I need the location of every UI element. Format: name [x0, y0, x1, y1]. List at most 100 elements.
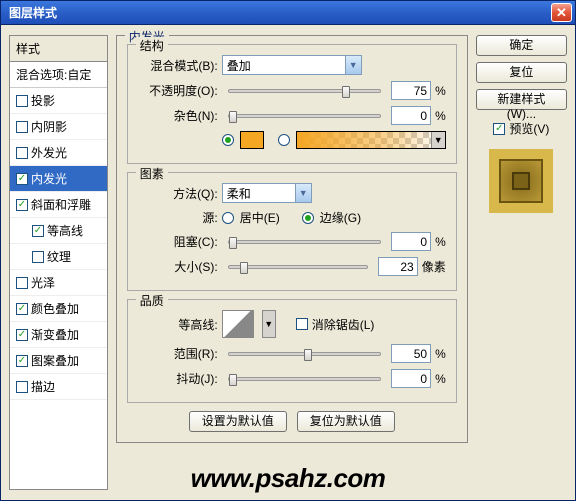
style-checkbox[interactable]	[16, 277, 28, 289]
color-radio[interactable]	[222, 134, 234, 146]
style-checkbox[interactable]	[32, 225, 44, 237]
source-label: 源:	[138, 209, 218, 226]
cancel-button[interactable]: 复位	[476, 62, 567, 83]
contour-picker[interactable]	[222, 310, 254, 338]
style-item-投影[interactable]: 投影	[10, 88, 107, 114]
size-unit: 像素	[422, 258, 446, 275]
style-item-光泽[interactable]: 光泽	[10, 270, 107, 296]
technique-select[interactable]: 柔和 ▼	[222, 183, 312, 203]
style-item-纹理[interactable]: 纹理	[10, 244, 107, 270]
right-panel: 确定 复位 新建样式(W)... 预览(V)	[476, 35, 567, 490]
titlebar: 图层样式 ✕	[1, 1, 575, 25]
opacity-label: 不透明度(O):	[138, 82, 218, 99]
size-input[interactable]	[378, 257, 418, 276]
chevron-down-icon: ▼	[345, 56, 361, 74]
style-checkbox[interactable]	[32, 251, 44, 263]
noise-slider[interactable]	[228, 114, 381, 118]
style-label: 内发光	[31, 170, 67, 187]
style-checkbox[interactable]	[16, 95, 28, 107]
gradient-radio[interactable]	[278, 134, 290, 146]
style-label: 光泽	[31, 274, 55, 291]
jitter-slider[interactable]	[228, 377, 381, 381]
style-label: 内阴影	[31, 118, 67, 135]
style-checkbox[interactable]	[16, 147, 28, 159]
range-input[interactable]	[391, 344, 431, 363]
style-checkbox[interactable]	[16, 381, 28, 393]
style-item-渐变叠加[interactable]: 渐变叠加	[10, 322, 107, 348]
style-item-图案叠加[interactable]: 图案叠加	[10, 348, 107, 374]
range-unit: %	[435, 347, 446, 361]
gradient-picker[interactable]: ▼	[296, 131, 446, 149]
chevron-down-icon: ▼	[431, 132, 445, 148]
style-label: 投影	[31, 92, 55, 109]
noise-input[interactable]	[391, 106, 431, 125]
reset-default-button[interactable]: 复位为默认值	[297, 411, 395, 432]
chevron-down-icon: ▼	[295, 184, 311, 202]
chevron-down-icon[interactable]: ▼	[262, 310, 276, 338]
opacity-unit: %	[435, 84, 446, 98]
choke-label: 阻塞(C):	[138, 233, 218, 250]
main-panel: 内发光 结构 混合模式(B): 叠加 ▼ 不透明度(O):	[116, 35, 468, 490]
source-center-radio[interactable]	[222, 212, 234, 224]
noise-unit: %	[435, 109, 446, 123]
new-style-button[interactable]: 新建样式(W)...	[476, 89, 567, 110]
window-title: 图层样式	[9, 4, 57, 21]
source-edge-radio[interactable]	[302, 212, 314, 224]
style-item-描边[interactable]: 描边	[10, 374, 107, 400]
style-checkbox[interactable]	[16, 355, 28, 367]
elements-legend: 图素	[136, 165, 168, 182]
style-item-外发光[interactable]: 外发光	[10, 140, 107, 166]
blend-mode-label: 混合模式(B):	[138, 57, 218, 74]
style-item-颜色叠加[interactable]: 颜色叠加	[10, 296, 107, 322]
range-label: 范围(R):	[138, 345, 218, 362]
preview-thumbnail	[489, 149, 553, 213]
color-swatch[interactable]	[240, 131, 264, 149]
style-item-斜面和浮雕[interactable]: 斜面和浮雕	[10, 192, 107, 218]
preview-checkbox[interactable]	[493, 123, 505, 135]
jitter-unit: %	[435, 372, 446, 386]
styles-list: 样式 混合选项:自定 投影内阴影外发光内发光斜面和浮雕等高线纹理光泽颜色叠加渐变…	[9, 35, 108, 490]
style-label: 描边	[31, 378, 55, 395]
style-item-内发光[interactable]: 内发光	[10, 166, 107, 192]
quality-legend: 品质	[136, 292, 168, 309]
opacity-input[interactable]	[391, 81, 431, 100]
style-checkbox[interactable]	[16, 121, 28, 133]
blend-mode-select[interactable]: 叠加 ▼	[222, 55, 362, 75]
style-item-等高线[interactable]: 等高线	[10, 218, 107, 244]
elements-group: 图素 方法(Q): 柔和 ▼ 源: 居中(E) 边缘	[127, 172, 457, 291]
choke-input[interactable]	[391, 232, 431, 251]
styles-header: 样式	[10, 36, 107, 62]
antialias-checkbox[interactable]	[296, 318, 308, 330]
source-edge-label: 边缘(G)	[320, 209, 361, 226]
structure-group: 结构 混合模式(B): 叠加 ▼ 不透明度(O): %	[127, 44, 457, 164]
style-label: 图案叠加	[31, 352, 79, 369]
set-default-button[interactable]: 设置为默认值	[189, 411, 287, 432]
close-button[interactable]: ✕	[551, 3, 572, 22]
contour-label: 等高线:	[138, 316, 218, 333]
style-item-内阴影[interactable]: 内阴影	[10, 114, 107, 140]
antialias-label: 消除锯齿(L)	[312, 316, 375, 333]
source-center-label: 居中(E)	[240, 209, 280, 226]
style-label: 外发光	[31, 144, 67, 161]
jitter-input[interactable]	[391, 369, 431, 388]
style-checkbox[interactable]	[16, 173, 28, 185]
style-checkbox[interactable]	[16, 303, 28, 315]
size-slider[interactable]	[228, 265, 368, 269]
ok-button[interactable]: 确定	[476, 35, 567, 56]
jitter-label: 抖动(J):	[138, 370, 218, 387]
technique-label: 方法(Q):	[138, 185, 218, 202]
style-checkbox[interactable]	[16, 329, 28, 341]
noise-label: 杂色(N):	[138, 107, 218, 124]
structure-legend: 结构	[136, 37, 168, 54]
choke-slider[interactable]	[228, 240, 381, 244]
blend-options-item[interactable]: 混合选项:自定	[10, 62, 107, 88]
opacity-slider[interactable]	[228, 89, 381, 93]
watermark: www.psahz.com	[191, 463, 386, 494]
inner-glow-section: 内发光 结构 混合模式(B): 叠加 ▼ 不透明度(O):	[116, 35, 468, 443]
preview-label: 预览(V)	[509, 120, 549, 137]
style-label: 纹理	[47, 248, 71, 265]
choke-unit: %	[435, 235, 446, 249]
size-label: 大小(S):	[138, 258, 218, 275]
style-checkbox[interactable]	[16, 199, 28, 211]
range-slider[interactable]	[228, 352, 381, 356]
